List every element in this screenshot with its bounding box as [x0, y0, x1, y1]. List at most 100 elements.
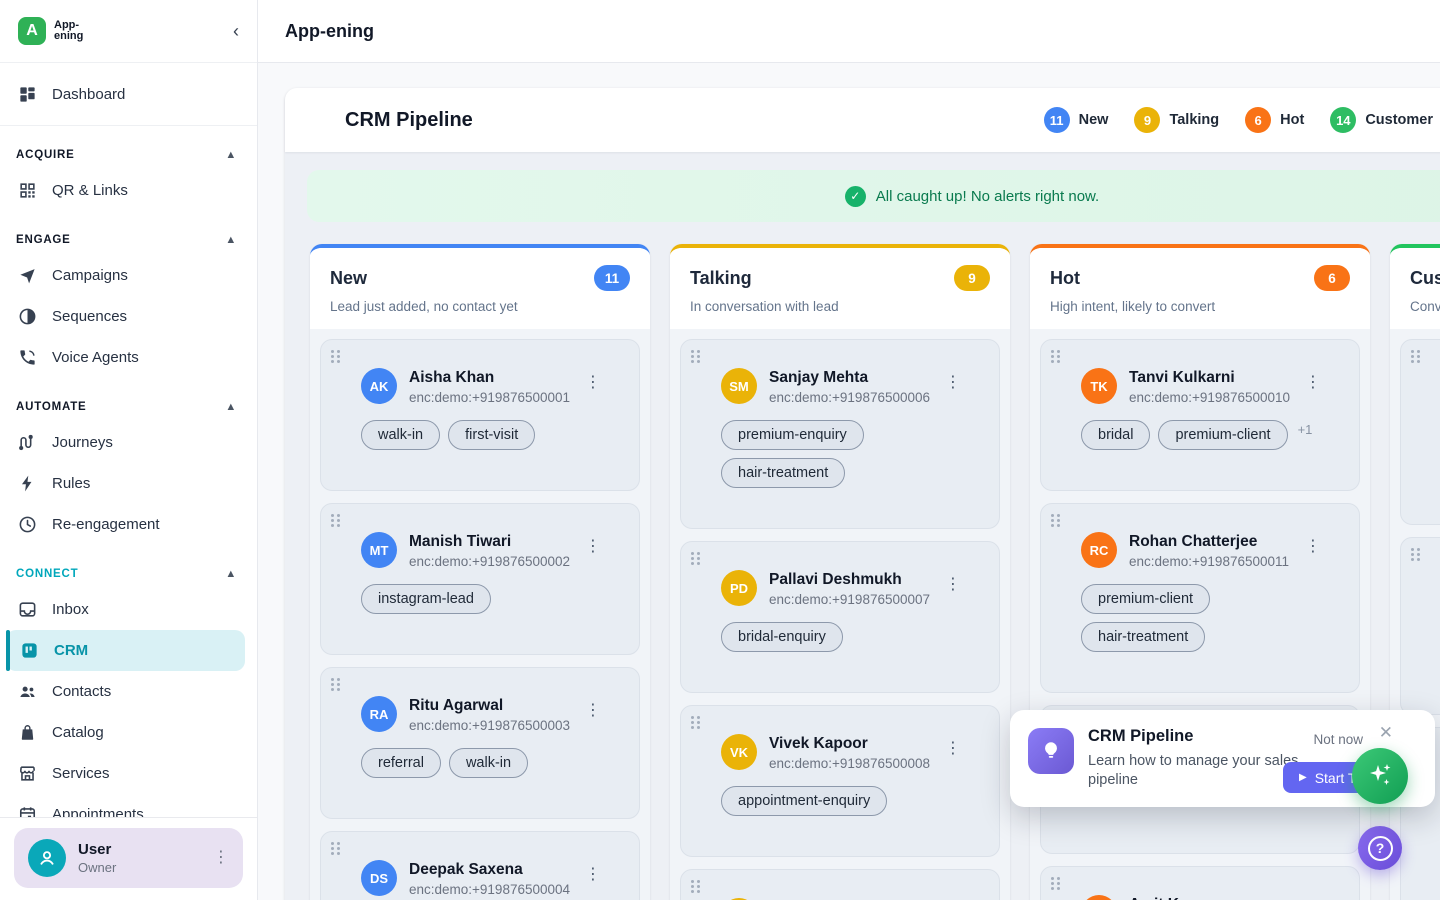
chevron-up-icon: ▲: [225, 568, 237, 580]
column-title: Hot: [1050, 268, 1080, 289]
tag-chip[interactable]: premium-enquiry: [721, 420, 864, 450]
sidebar-item-contacts[interactable]: Contacts: [0, 671, 257, 712]
avatar: RC: [1081, 532, 1117, 568]
lead-card-manish-tiwari[interactable]: MTManish Tiwarienc:demo:+919876500002⋮in…: [320, 503, 640, 655]
card-menu-kebab-icon[interactable]: ⋮: [1305, 536, 1321, 556]
lead-card-aisha-khan[interactable]: AKAisha Khanenc:demo:+919876500001⋮walk-…: [320, 339, 640, 491]
drag-handle-icon[interactable]: [691, 552, 701, 565]
drag-handle-icon[interactable]: [1411, 548, 1421, 561]
tag-chip[interactable]: appointment-enquiry: [721, 786, 887, 816]
pipeline-stat-talking: 9Talking: [1134, 107, 1219, 133]
card-menu-kebab-icon[interactable]: ⋮: [945, 372, 961, 392]
sidebar-item-services[interactable]: Services: [0, 753, 257, 794]
drag-handle-icon[interactable]: [331, 842, 341, 855]
card-menu-kebab-icon[interactable]: ⋮: [585, 864, 601, 884]
card-menu-kebab-icon[interactable]: ⋮: [1305, 372, 1321, 392]
drag-handle-icon[interactable]: [331, 678, 341, 691]
sidebar-item-sequences[interactable]: Sequences: [0, 296, 257, 337]
sidebar-collapse-icon[interactable]: ‹: [233, 22, 239, 40]
card-menu-kebab-icon[interactable]: ⋮: [945, 574, 961, 594]
question-icon: ?: [1368, 836, 1393, 861]
send-icon: [16, 265, 38, 287]
lead-card-pallavi-deshmukh[interactable]: PDPallavi Deshmukhenc:demo:+919876500007…: [680, 541, 1000, 693]
tag-chip[interactable]: premium-client: [1081, 584, 1210, 614]
drag-handle-icon[interactable]: [1411, 350, 1421, 363]
tag-chip[interactable]: walk-in: [361, 420, 440, 450]
not-now-button[interactable]: Not now: [1313, 732, 1363, 747]
stat-count-badge: 6: [1245, 107, 1271, 133]
lead-phone: enc:demo:+919876500010: [1129, 390, 1290, 405]
tag-chip[interactable]: instagram-lead: [361, 584, 491, 614]
sidebar-item-campaigns[interactable]: Campaigns: [0, 255, 257, 296]
avatar: VK: [721, 734, 757, 770]
alert-banner: ✓ All caught up! No alerts right now.: [307, 170, 1440, 222]
user-menu-kebab-icon[interactable]: ⋮: [213, 850, 229, 866]
lead-card-sanjay-mehta[interactable]: SMSanjay Mehtaenc:demo:+919876500006⋮pre…: [680, 339, 1000, 529]
tag-chip[interactable]: bridal: [1081, 420, 1150, 450]
section-label-acquire[interactable]: ACQUIRE▲: [0, 140, 257, 170]
sidebar-item-rules[interactable]: Rules: [0, 463, 257, 504]
section-label-engage[interactable]: ENGAGE▲: [0, 225, 257, 255]
section-label-connect[interactable]: CONNECT▲: [0, 559, 257, 589]
sidebar: A App- ening ‹ Dashboard ACQUIRE▲QR & Li…: [0, 0, 258, 900]
avatar: SM: [721, 368, 757, 404]
tag-chip[interactable]: walk-in: [449, 748, 528, 778]
card-menu-kebab-icon[interactable]: ⋮: [945, 738, 961, 758]
sidebar-item-dashboard[interactable]: Dashboard: [0, 74, 257, 115]
pipeline-title: CRM Pipeline: [345, 109, 473, 132]
drag-handle-icon[interactable]: [1051, 350, 1061, 363]
sidebar-item-qr-links[interactable]: QR & Links: [0, 170, 257, 211]
card-menu-kebab-icon[interactable]: ⋮: [585, 372, 601, 392]
sidebar-item-re-engagement[interactable]: Re-engagement: [0, 504, 257, 545]
sidebar-item-inbox[interactable]: Inbox: [0, 589, 257, 630]
tag-chip[interactable]: premium-client: [1158, 420, 1287, 450]
clock-icon: [16, 514, 38, 536]
drag-handle-icon[interactable]: [1051, 877, 1061, 890]
sidebar-item-appointments[interactable]: Appointments: [0, 794, 257, 817]
drag-handle-icon[interactable]: [691, 716, 701, 729]
sidebar-item-voice-agents[interactable]: Voice Agents: [0, 337, 257, 378]
lead-card-row: RARitu Agarwalenc:demo:+919876500003: [361, 694, 615, 733]
pipeline-stat-new: 11New: [1044, 107, 1109, 133]
tag-chip[interactable]: hair-treatment: [1081, 622, 1205, 652]
tag-chip[interactable]: first-visit: [448, 420, 535, 450]
lead-card-amit-kumar[interactable]: AKAmit Kumar⋮: [1040, 866, 1360, 900]
drag-handle-icon[interactable]: [691, 350, 701, 363]
sidebar-item-label: CRM: [54, 642, 88, 659]
card-menu-kebab-icon[interactable]: ⋮: [585, 700, 601, 720]
stat-label: Talking: [1169, 112, 1219, 128]
sidebar-item-label: Contacts: [52, 683, 111, 700]
kanban-icon: [18, 640, 40, 662]
user-card[interactable]: User Owner ⋮: [14, 828, 243, 888]
card-menu-kebab-icon[interactable]: ⋮: [585, 536, 601, 556]
pipeline-stat-hot: 6Hot: [1245, 107, 1304, 133]
tags-row: walk-in first-visit: [361, 420, 615, 450]
drag-handle-icon[interactable]: [1051, 514, 1061, 527]
lead-card-nandini-shetty[interactable]: NSNandini Shetty⋮: [680, 869, 1000, 900]
tag-chip[interactable]: hair-treatment: [721, 458, 845, 488]
lead-card-vivek-kapoor[interactable]: VKVivek Kapoorenc:demo:+919876500008⋮app…: [680, 705, 1000, 857]
sidebar-item-catalog[interactable]: Catalog: [0, 712, 257, 753]
lead-card[interactable]: [1400, 339, 1440, 525]
lead-card-ritu-agarwal[interactable]: RARitu Agarwalenc:demo:+919876500003⋮ ref…: [320, 667, 640, 819]
lead-card-rohan-chatterjee[interactable]: RCRohan Chatterjeeenc:demo:+919876500011…: [1040, 503, 1360, 693]
ai-assistant-fab[interactable]: [1352, 748, 1408, 804]
section-label-automate[interactable]: AUTOMATE▲: [0, 392, 257, 422]
lead-card-row: PDPallavi Deshmukhenc:demo:+919876500007: [721, 568, 975, 607]
column-card-list: [1390, 329, 1440, 900]
tags-row: premium-enquiry hair-treatment: [721, 420, 975, 488]
close-icon[interactable]: ✕: [1379, 723, 1393, 743]
help-fab[interactable]: ?: [1358, 826, 1402, 870]
pipeline-stats-row: 11New9Talking6Hot14Customer: [1044, 88, 1433, 152]
tag-chip[interactable]: referral: [361, 748, 441, 778]
tag-chip[interactable]: bridal-enquiry: [721, 622, 843, 652]
drag-handle-icon[interactable]: [331, 350, 341, 363]
sidebar-item-journeys[interactable]: Journeys: [0, 422, 257, 463]
sidebar-item-crm[interactable]: CRM: [6, 630, 245, 671]
lead-card-deepak-saxena[interactable]: DSDeepak Saxenaenc:demo:+919876500004⋮: [320, 831, 640, 900]
drag-handle-icon[interactable]: [331, 514, 341, 527]
lead-card-tanvi-kulkarni[interactable]: TKTanvi Kulkarnienc:demo:+919876500010⋮b…: [1040, 339, 1360, 491]
section-label-text: AUTOMATE: [16, 401, 87, 413]
drag-handle-icon[interactable]: [691, 880, 701, 893]
lead-card[interactable]: [1400, 537, 1440, 715]
